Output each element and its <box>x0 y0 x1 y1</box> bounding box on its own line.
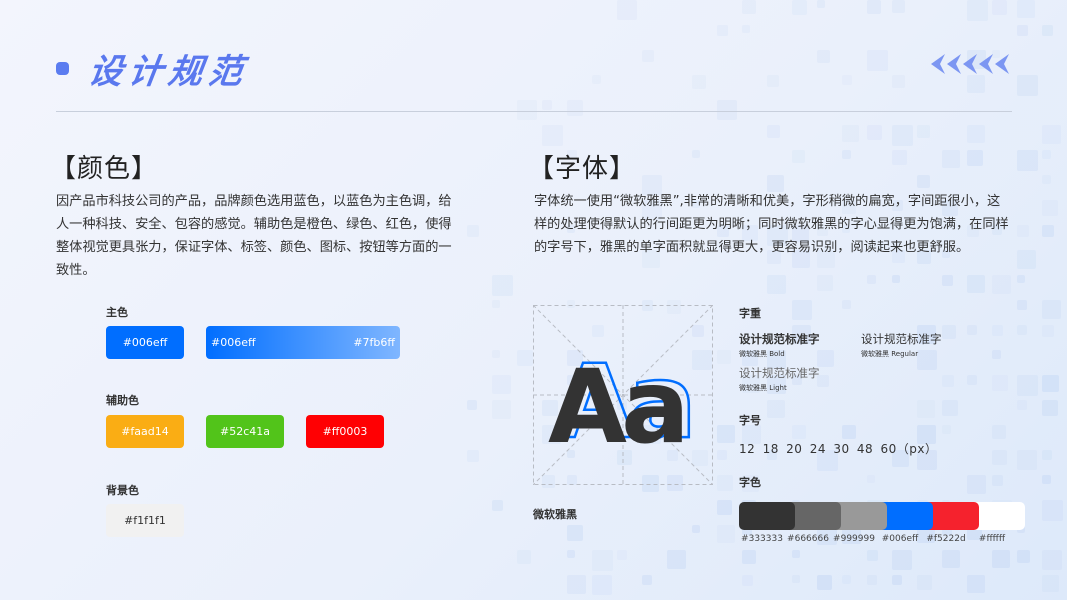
title-bullet-icon <box>56 61 69 75</box>
text-color-labels: #333333 #666666 #999999 #006eff #f5222d … <box>739 534 1015 544</box>
background-color-swatch: #f1f1f1 <box>106 504 184 537</box>
font-weight-label: 字重 <box>739 307 761 320</box>
text-color-swatch-1 <box>739 502 795 530</box>
header-divider <box>56 111 1012 112</box>
secondary-swatch-green: #52c41a <box>206 415 284 448</box>
arrows-decoration-icon <box>929 52 1013 76</box>
weight-sample-bold: 设计规范标准字 <box>739 332 820 346</box>
secondary-swatch-orange: #faad14 <box>106 415 184 448</box>
gradient-start-hex: #006eff <box>211 336 256 349</box>
text-color-palette <box>739 502 1025 530</box>
font-name-caption: 微软雅黑 <box>533 508 577 521</box>
font-description: 字体统一使用“微软雅黑”,非常的清晰和优美，字形稍微的扁宽，字间距很小，这样的处… <box>534 194 1009 255</box>
color-section-title: 【颜色】 <box>50 154 159 184</box>
text-color-hex-1: #333333 <box>741 534 783 544</box>
primary-color-label: 主色 <box>106 306 128 319</box>
page-title: 设计规范 <box>85 51 252 92</box>
text-color-hex-4: #006eff <box>881 534 919 544</box>
font-section-title: 【字体】 <box>528 154 637 184</box>
text-color-label: 字色 <box>739 476 761 489</box>
weight-sample-regular: 设计规范标准字 <box>861 332 942 346</box>
weight-sample-bold-caption: 微软雅黑 Bold <box>739 350 785 358</box>
text-color-hex-2: #666666 <box>787 534 829 544</box>
font-size-label: 字号 <box>739 414 761 427</box>
gradient-end-hex: #7fb6ff <box>353 336 395 349</box>
red-hex: #ff0003 <box>322 425 368 438</box>
page-header: 设计规范 <box>56 46 251 92</box>
color-description: 因产品市科技公司的产品，品牌颜色选用蓝色，以蓝色为主色调，给人一种科技、安全、包… <box>56 194 452 278</box>
background-hex: #f1f1f1 <box>124 514 166 527</box>
green-hex: #52c41a <box>220 425 270 438</box>
text-color-hex-3: #999999 <box>833 534 875 544</box>
primary-color-swatch: #006eff <box>106 326 184 359</box>
background-color-label: 背景色 <box>106 484 139 497</box>
text-color-hex-6: #ffffff <box>978 534 1006 544</box>
svg-text:Aa: Aa <box>548 348 684 467</box>
primary-color-hex: #006eff <box>122 336 168 349</box>
weight-sample-light-caption: 微软雅黑 Light <box>739 384 787 392</box>
orange-hex: #faad14 <box>121 425 169 438</box>
font-size-list: 12 18 20 24 30 48 60（px） <box>739 442 938 456</box>
font-specimen: Aa Aa <box>532 304 714 486</box>
secondary-swatch-red: #ff0003 <box>306 415 384 448</box>
font-specimen-graphic: Aa Aa <box>532 304 714 486</box>
weight-sample-regular-caption: 微软雅黑 Regular <box>861 350 919 358</box>
secondary-color-label: 辅助色 <box>106 394 139 407</box>
weight-sample-light: 设计规范标准字 <box>739 366 820 380</box>
text-color-hex-5: #f5222d <box>926 534 966 544</box>
primary-gradient-swatch: #006eff #7fb6ff <box>206 326 400 359</box>
